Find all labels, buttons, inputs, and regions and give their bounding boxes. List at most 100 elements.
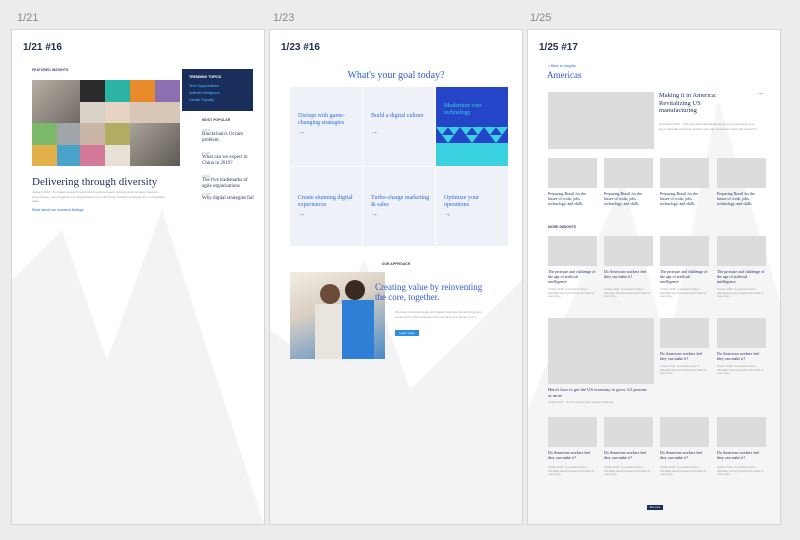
trending-link-1[interactable]: Tech Organizations <box>189 84 219 88</box>
arrow-right-icon: → <box>298 129 305 136</box>
card-title[interactable]: Do American workers feel they can make i… <box>660 450 708 460</box>
approach-photo <box>290 272 385 359</box>
approach-eyebrow: OUR APPROACH <box>381 262 411 266</box>
card-image-placeholder <box>717 158 766 188</box>
approach-body: We know how technology and digital trend… <box>395 310 482 319</box>
card-image-placeholder <box>660 318 709 348</box>
learn-more-button[interactable]: Learn more <box>395 330 419 336</box>
headline-body: January 2018 · Our latest research reinf… <box>32 190 165 203</box>
card-title[interactable]: The promise and challenge of the age of … <box>717 269 765 284</box>
artboard-3[interactable]: 1/25 #17 < Back to Insights Americas Mak… <box>528 30 780 524</box>
artboard-2[interactable]: 1/23 #16 What's your goal today? Disrupt… <box>270 30 522 524</box>
goal-heading: What's your goal today? <box>347 70 445 81</box>
board-label: 1/21 #16 <box>23 42 62 53</box>
goal-title: Turbo-charge marketing & sales <box>371 195 430 208</box>
goal-title: Disrupt with game-changing strategies <box>298 113 345 126</box>
headline[interactable]: Delivering through diversity <box>32 176 182 188</box>
eyebrow: FEATURED INSIGHTS <box>32 68 69 72</box>
most-popular-title: MOST POPULAR <box>202 118 231 122</box>
card-title[interactable]: Preparing Brazil for the future of work,… <box>548 191 596 206</box>
card-title[interactable]: Preparing Brazil for the future of work,… <box>717 191 765 206</box>
card-title[interactable]: The promise and challenge of the age of … <box>660 269 708 284</box>
arrow-right-icon: → <box>371 211 378 218</box>
card-body: October 2018 · A persistent crisis in af… <box>660 288 707 298</box>
card-image-placeholder <box>604 236 653 266</box>
see-more-button[interactable]: See more <box>647 505 663 510</box>
card-body: October 2018 · A persistent crisis in af… <box>717 288 764 298</box>
goal-title: Optimize your operations <box>444 195 479 208</box>
approach-title: Creating value by reinventing the core, … <box>375 282 483 302</box>
popular-title: What can we expect in China in 2019? <box>202 155 248 166</box>
goal-tile-marketing[interactable]: Turbo-charge marketing & sales → <box>363 167 435 246</box>
large-card-body: October 2018 · The US economy faces a gr… <box>548 401 614 404</box>
board-date-2: 1/23 <box>273 12 295 24</box>
card-image-placeholder <box>548 417 597 447</box>
goal-tile-experiences[interactable]: Create stunning digital experiences → <box>290 167 362 246</box>
goal-tile-operations[interactable]: Optimize your operations → <box>436 167 508 246</box>
trending-link-2[interactable]: Artificial Intelligence <box>189 91 220 95</box>
arrow-right-icon: → <box>371 129 378 136</box>
trending-topics-box: TRENDING TOPICS Tech Organizations Artif… <box>182 69 253 111</box>
arrow-right-icon: → <box>298 211 305 218</box>
arrow-right-icon[interactable]: → <box>757 90 764 97</box>
card-image-placeholder <box>548 158 597 188</box>
card-title[interactable]: Do American workers feel they can make i… <box>604 269 652 279</box>
large-card-image-placeholder <box>548 318 654 384</box>
goal-tile-culture[interactable]: Build a digital culture → <box>363 87 435 166</box>
card-image-placeholder <box>717 236 766 266</box>
card-body: October 2018 · A persistent crisis in af… <box>660 466 707 476</box>
artboard-1[interactable]: 1/21 #16 FEATURED INSIGHTS TRENDING TOPI… <box>12 30 264 524</box>
goal-title: Build a digital culture <box>371 113 424 119</box>
card-image-placeholder <box>604 417 653 447</box>
goal-tile-technology[interactable]: Modernize core technology <box>436 87 508 166</box>
large-card-title[interactable]: Here's how to get the US economy to grow… <box>548 387 648 398</box>
more-insights-label: MORE INSIGHTS <box>548 225 577 229</box>
card-body: October 2018 · A persistent crisis in af… <box>717 365 764 375</box>
card-title[interactable]: Preparing Brazil for the future of work,… <box>660 191 708 206</box>
goal-title: Create stunning digital experiences <box>298 195 353 208</box>
goal-title: Modernize core technology <box>444 103 482 116</box>
trending-title: TRENDING TOPICS <box>189 75 222 79</box>
card-title[interactable]: Do American workers feel they can make i… <box>717 351 765 361</box>
card-image-placeholder <box>548 236 597 266</box>
card-image-placeholder <box>717 417 766 447</box>
board-date-1: 1/21 <box>17 12 39 24</box>
page-title: Americas <box>547 70 582 80</box>
card-image-placeholder <box>660 158 709 188</box>
board-label: 1/25 #17 <box>539 42 578 53</box>
popular-title: The five trademarks of agile organizatio… <box>202 178 248 189</box>
card-title[interactable]: Do American workers feel they can make i… <box>548 450 596 460</box>
board-date-3: 1/25 <box>530 12 552 24</box>
hero-title[interactable]: Making it in America: Revitalizing US ma… <box>659 92 734 115</box>
arrow-right-icon: → <box>444 211 451 218</box>
hero-body: November 2017 · The American manufacturi… <box>659 122 757 131</box>
card-image-placeholder <box>717 318 766 348</box>
read-more-link[interactable]: Read about our research findings <box>32 208 84 212</box>
card-image-placeholder <box>660 417 709 447</box>
popular-item-4[interactable]: Article Why digital strategies fail <box>202 192 254 202</box>
board-label: 1/23 #16 <box>281 42 320 53</box>
popular-item-1[interactable]: Article Blockchain's Occam problem <box>202 128 254 144</box>
trending-link-3[interactable]: Gender Equality <box>189 98 214 102</box>
card-body: October 2018 · A persistent crisis in af… <box>604 466 651 476</box>
card-image-placeholder <box>604 158 653 188</box>
card-image-placeholder <box>660 236 709 266</box>
card-body: October 2018 · A persistent crisis in af… <box>660 365 707 375</box>
triangle-pattern-graphic <box>436 127 508 166</box>
popular-item-2[interactable]: Article What can we expect in China in 2… <box>202 151 254 167</box>
card-title[interactable]: Preparing Brazil for the future of work,… <box>604 191 652 206</box>
card-body: October 2018 · A persistent crisis in af… <box>717 466 764 476</box>
popular-title: Blockchain's Occam problem <box>202 132 244 143</box>
goal-tile-strategy[interactable]: Disrupt with game-changing strategies → <box>290 87 362 166</box>
popular-item-3[interactable]: Article The five trademarks of agile org… <box>202 174 254 190</box>
card-title[interactable]: The promise and challenge of the age of … <box>548 269 596 284</box>
card-title[interactable]: Do American workers feel they can make i… <box>604 450 652 460</box>
card-body: October 2018 · A persistent crisis in af… <box>548 288 595 298</box>
back-link[interactable]: < Back to Insights <box>548 64 576 68</box>
card-body: October 2018 · A persistent crisis in af… <box>604 288 651 298</box>
card-body: October 2018 · A persistent crisis in af… <box>548 466 595 476</box>
hero-mosaic-image <box>32 80 180 166</box>
popular-title: Why digital strategies fail <box>202 196 254 201</box>
card-title[interactable]: Do American workers feel they can make i… <box>717 450 765 460</box>
card-title[interactable]: Do American workers feel they can make i… <box>660 351 708 361</box>
